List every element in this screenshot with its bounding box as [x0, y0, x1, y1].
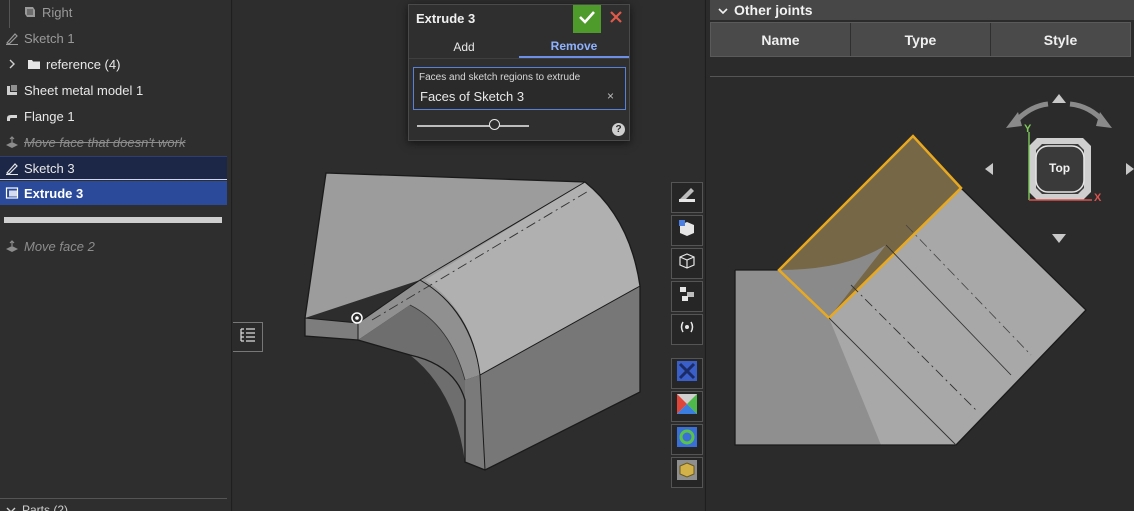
tree-item-right-plane[interactable]: Right: [0, 0, 227, 24]
axis-y-label: Y: [1024, 123, 1032, 135]
tree-item-move-face-broken[interactable]: Move face that doesn't work: [0, 130, 227, 154]
field-value: Faces of Sketch 3: [420, 89, 525, 104]
wireframe-cube-icon: [677, 251, 697, 276]
tree-item-extrude-3[interactable]: Extrude 3: [0, 181, 227, 205]
feature-list-toggle-button[interactable]: [233, 322, 263, 352]
folder-icon: [26, 56, 42, 72]
tab-remove[interactable]: Remove: [519, 35, 629, 58]
move-face-icon: [4, 238, 20, 254]
tree-item-sketch-3[interactable]: Sketch 3: [0, 156, 227, 180]
view-toolbar: [671, 182, 703, 490]
parts-list-header[interactable]: Parts (2): [6, 503, 68, 511]
clear-selection-button[interactable]: ×: [607, 89, 614, 103]
tree-item-label: Flange 1: [24, 108, 75, 124]
flat-pattern-view[interactable]: [706, 0, 1134, 511]
cube-face-label[interactable]: Top: [1049, 161, 1070, 175]
close-icon: [609, 10, 622, 28]
extrude-icon: [4, 185, 20, 201]
mate-connector-icon: [677, 317, 697, 342]
tree-item-move-face-2[interactable]: Move face 2: [0, 234, 227, 258]
rendering-mode-button[interactable]: [671, 248, 703, 279]
cancel-button[interactable]: [602, 5, 629, 33]
explode-view-button[interactable]: [671, 281, 703, 312]
curvature-icon: [676, 360, 698, 387]
sketch-icon: [4, 160, 20, 176]
history-slider-track[interactable]: [417, 125, 529, 127]
tree-item-label: Sheet metal model 1: [24, 82, 144, 98]
zebra-stripes-button[interactable]: [671, 424, 703, 455]
accept-button[interactable]: [573, 5, 601, 33]
tree-item-label: Move face 2: [24, 238, 95, 254]
plane-icon: [22, 4, 38, 20]
axis-x-label: X: [1094, 192, 1102, 204]
shaded-cube-icon: [676, 459, 698, 486]
history-slider-handle[interactable]: [489, 119, 500, 130]
appearance-icon: [677, 185, 697, 210]
tree-item-flange-1[interactable]: Flange 1: [0, 104, 227, 128]
tree-item-sketch-1[interactable]: Sketch 1: [0, 26, 227, 50]
curvature-analysis-button[interactable]: [671, 358, 703, 389]
list-icon: [239, 326, 257, 349]
dialog-header: Extrude 3: [409, 5, 629, 33]
appearance-button[interactable]: [671, 182, 703, 213]
help-button[interactable]: ?: [612, 123, 625, 136]
operation-tabs: Add Remove: [409, 35, 629, 59]
tab-add[interactable]: Add: [409, 35, 519, 58]
chevron-right-icon[interactable]: [4, 56, 20, 72]
tree-item-label: Sketch 1: [24, 30, 75, 46]
parts-divider: [0, 498, 227, 499]
move-face-icon: [4, 134, 20, 150]
parts-label: Parts (2): [22, 503, 69, 511]
mate-connector-button[interactable]: [671, 314, 703, 345]
sheet-metal-icon: [4, 82, 20, 98]
draft-icon: [676, 393, 698, 420]
tree-item-reference-folder[interactable]: reference (4): [0, 52, 227, 76]
show-hide-button[interactable]: [671, 457, 703, 488]
tree-item-label: Sketch 3: [24, 160, 75, 176]
nav-right-arrow: [1126, 163, 1134, 175]
tree-item-label: reference (4): [46, 56, 121, 72]
feature-tree: Right Sketch 1 reference (4) Sheet metal…: [0, 0, 232, 511]
tree-item-label: Move face that doesn't work: [24, 134, 186, 150]
tree-item-sheet-metal-model[interactable]: Sheet metal model 1: [0, 78, 227, 102]
section-view-button[interactable]: [671, 215, 703, 246]
nav-down-arrow: [1052, 234, 1066, 243]
extrude-feature-dialog: Extrude 3 Add Remove Faces and sketch re…: [408, 4, 630, 141]
zebra-icon: [676, 426, 698, 453]
tree-item-label: Extrude 3: [24, 185, 84, 201]
cube-selection-icon: [677, 218, 697, 243]
check-icon: [578, 9, 596, 30]
tree-item-label: Right: [42, 4, 73, 20]
dialog-title: Extrude 3: [416, 11, 476, 26]
chevron-down-icon[interactable]: [6, 503, 16, 511]
sketch-icon: [4, 30, 20, 46]
field-label: Faces and sketch regions to extrude: [419, 72, 581, 83]
secondary-viewport[interactable]: Other joints Name Type Style: [705, 0, 1134, 511]
faces-selection-field[interactable]: Faces and sketch regions to extrude Face…: [413, 67, 626, 110]
nav-left-arrow: [985, 163, 993, 175]
nav-up-arrow: [1052, 94, 1066, 103]
draft-analysis-button[interactable]: [671, 391, 703, 422]
rollback-bar[interactable]: [4, 217, 222, 223]
explode-icon: [677, 284, 697, 309]
flange-icon: [4, 108, 20, 124]
view-cube[interactable]: Top Y X: [980, 92, 1134, 252]
